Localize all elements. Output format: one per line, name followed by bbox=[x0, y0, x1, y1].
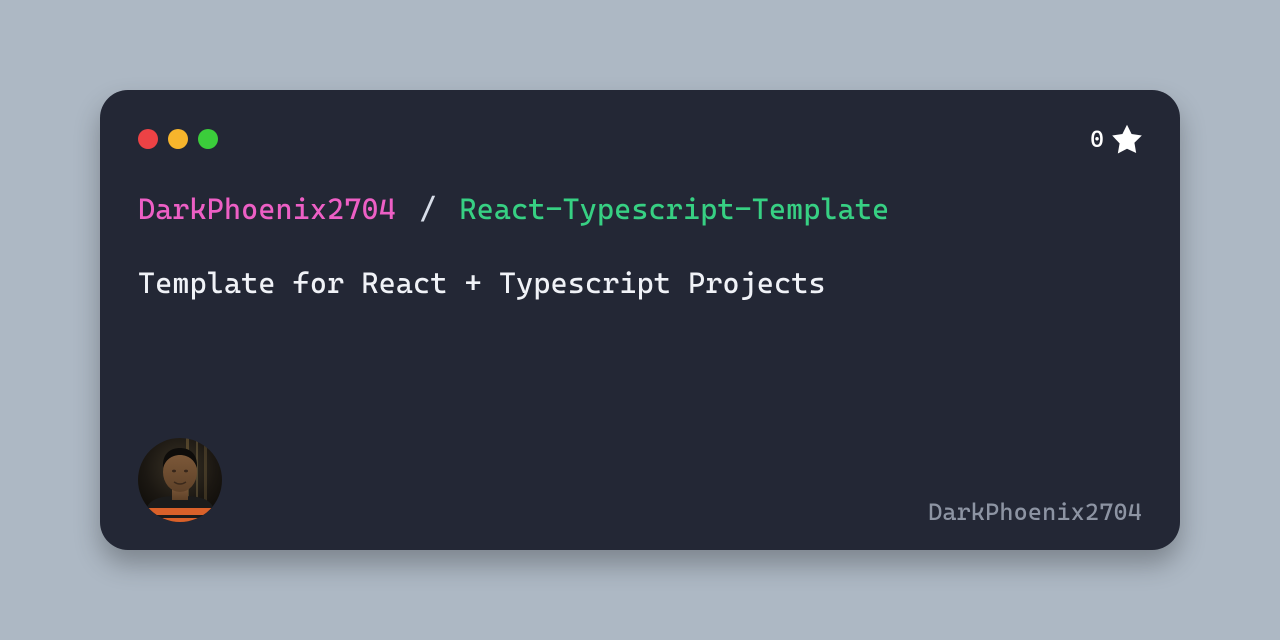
repo-name-link[interactable]: React-Typescript-Template bbox=[460, 192, 890, 226]
star-count: 0 bbox=[1090, 125, 1104, 153]
close-icon[interactable] bbox=[138, 129, 158, 149]
avatar[interactable] bbox=[138, 438, 222, 522]
maximize-icon[interactable] bbox=[198, 129, 218, 149]
repo-owner-link[interactable]: DarkPhoenix2704 bbox=[138, 192, 396, 226]
titlebar: 0 bbox=[138, 124, 1142, 154]
repo-description: Template for React + Typescript Projects bbox=[138, 266, 1142, 300]
star-count-group: 0 bbox=[1090, 124, 1142, 154]
traffic-lights bbox=[138, 129, 218, 149]
minimize-icon[interactable] bbox=[168, 129, 188, 149]
repo-card: 0 DarkPhoenix2704 / React-Typescript-Tem… bbox=[100, 90, 1180, 550]
repo-breadcrumb: DarkPhoenix2704 / React-Typescript-Templ… bbox=[138, 192, 1142, 226]
path-separator: / bbox=[419, 192, 436, 226]
star-icon bbox=[1112, 124, 1142, 154]
username-label: DarkPhoenix2704 bbox=[928, 498, 1142, 526]
